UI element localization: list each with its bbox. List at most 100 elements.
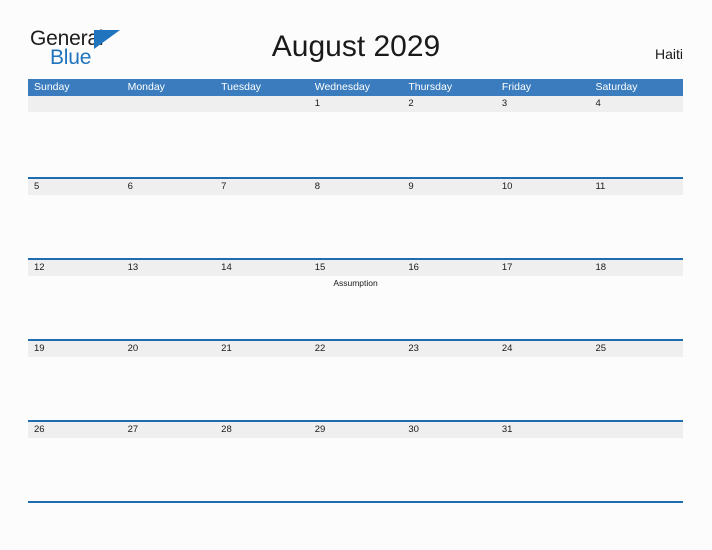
- calendar-week-row: 19 20 21 22 23 24 25: [28, 339, 683, 420]
- day-number-cell-empty: [28, 96, 122, 112]
- day-cell[interactable]: [122, 276, 216, 339]
- weekday-header-monday: Monday: [127, 81, 165, 93]
- day-cell[interactable]: [215, 112, 309, 175]
- day-number-cell[interactable]: 8: [309, 179, 403, 195]
- day-number-cell[interactable]: 2: [402, 96, 496, 112]
- calendar-week-row: 12 13 14 15 16 17 18 Assumption: [28, 258, 683, 339]
- week-date-band: 12 13 14 15 16 17 18: [28, 260, 683, 276]
- day-cell[interactable]: [309, 112, 403, 175]
- calendar-grid: Sunday Monday Tuesday Wednesday Thursday Frid…: [28, 79, 683, 503]
- weekday-header-row: Sunday Monday Tuesday Wednesday Thursday Frid…: [28, 79, 683, 96]
- week-date-band: 19 20 21 22 23 24 25: [28, 341, 683, 357]
- week-content-band: Assumption: [28, 276, 683, 339]
- day-cell[interactable]: [589, 438, 683, 501]
- day-cell[interactable]: [122, 112, 216, 175]
- day-number-cell[interactable]: 15: [309, 260, 403, 276]
- day-cell[interactable]: [402, 357, 496, 420]
- day-cell[interactable]: Assumption: [309, 276, 403, 339]
- day-number-cell[interactable]: 21: [215, 341, 309, 357]
- week-date-band: 26 27 28 29 30 31: [28, 422, 683, 438]
- day-cell[interactable]: [496, 195, 590, 258]
- day-number-cell[interactable]: 23: [402, 341, 496, 357]
- day-cell[interactable]: [28, 276, 122, 339]
- weekday-header-wednesday: Wednesday: [314, 81, 370, 93]
- day-cell[interactable]: [122, 438, 216, 501]
- day-cell[interactable]: [496, 357, 590, 420]
- day-number-cell[interactable]: 31: [496, 422, 590, 438]
- day-number-cell[interactable]: 30: [402, 422, 496, 438]
- day-cell[interactable]: [215, 438, 309, 501]
- day-number-cell[interactable]: 25: [589, 341, 683, 357]
- day-number-cell[interactable]: 1: [309, 96, 403, 112]
- country-label: Haiti: [654, 46, 683, 62]
- day-number-cell[interactable]: 4: [589, 96, 683, 112]
- day-number-cell[interactable]: 14: [215, 260, 309, 276]
- day-number-cell-empty: [215, 96, 309, 112]
- day-number-cell[interactable]: 6: [122, 179, 216, 195]
- week-content-band: [28, 357, 683, 420]
- day-cell[interactable]: [589, 195, 683, 258]
- day-cell[interactable]: [589, 112, 683, 175]
- day-cell[interactable]: [309, 195, 403, 258]
- week-content-band: [28, 112, 683, 175]
- day-cell[interactable]: [122, 195, 216, 258]
- day-number-cell[interactable]: 22: [309, 341, 403, 357]
- calendar-weeks: 1 2 3 4 5 6 7 8 9 10 11 12 13 14 15 16 17 18 Assumption 19 2…: [28, 96, 683, 501]
- calendar-week-row: 26 27 28 29 30 31: [28, 420, 683, 501]
- day-number-cell[interactable]: 29: [309, 422, 403, 438]
- day-number-cell[interactable]: 10: [496, 179, 590, 195]
- day-number-cell[interactable]: 17: [496, 260, 590, 276]
- day-cell[interactable]: [589, 276, 683, 339]
- day-cell[interactable]: [28, 438, 122, 501]
- day-cell[interactable]: [215, 195, 309, 258]
- day-cell[interactable]: [309, 438, 403, 501]
- day-cell[interactable]: [496, 112, 590, 175]
- weekday-header-friday: Friday: [501, 81, 532, 93]
- weekday-header-sunday: Sunday: [34, 81, 70, 93]
- weekday-header-tuesday: Tuesday: [221, 81, 262, 93]
- day-number-cell[interactable]: 20: [122, 341, 216, 357]
- calendar-week-row: 1234: [28, 96, 683, 177]
- weekday-header-thursday: Thursday: [408, 81, 453, 93]
- day-cell[interactable]: [589, 357, 683, 420]
- day-cell[interactable]: [402, 276, 496, 339]
- page-title: August 2029: [271, 30, 441, 63]
- day-cell[interactable]: [496, 438, 590, 501]
- day-cell[interactable]: [402, 195, 496, 258]
- day-number-cell[interactable]: 16: [402, 260, 496, 276]
- day-number-cell[interactable]: 12: [28, 260, 122, 276]
- grid-bottom-rule: [28, 501, 683, 503]
- day-number-cell[interactable]: 11: [589, 179, 683, 195]
- day-cell[interactable]: [122, 357, 216, 420]
- day-number-cell-empty: [122, 96, 216, 112]
- week-content-band: [28, 438, 683, 501]
- week-content-band: [28, 195, 683, 258]
- day-number-cell[interactable]: 7: [215, 179, 309, 195]
- day-cell[interactable]: [215, 276, 309, 339]
- holiday-event: Assumption: [333, 278, 378, 288]
- day-number-cell[interactable]: 13: [122, 260, 216, 276]
- day-cell[interactable]: [402, 438, 496, 501]
- weekday-header-saturday: Saturday: [595, 81, 638, 93]
- day-number-cell[interactable]: 28: [215, 422, 309, 438]
- day-number-cell[interactable]: 5: [28, 179, 122, 195]
- week-date-band: 5 6 7 8 9 10 11: [28, 179, 683, 195]
- calendar-week-row: 5 6 7 8 9 10 11: [28, 177, 683, 258]
- day-cell[interactable]: [496, 276, 590, 339]
- day-cell[interactable]: [28, 112, 122, 175]
- day-number-cell[interactable]: 3: [496, 96, 590, 112]
- day-number-cell[interactable]: 24: [496, 341, 590, 357]
- day-cell[interactable]: [215, 357, 309, 420]
- day-number-cell[interactable]: 27: [122, 422, 216, 438]
- day-number-cell[interactable]: 19: [28, 341, 122, 357]
- day-cell[interactable]: [309, 357, 403, 420]
- day-number-cell[interactable]: 18: [589, 260, 683, 276]
- day-cell[interactable]: [28, 357, 122, 420]
- day-cell[interactable]: [402, 112, 496, 175]
- page-header: General Blue August 2029 Haiti: [0, 0, 712, 76]
- week-date-band: 1234: [28, 96, 683, 112]
- day-number-cell-empty: [589, 422, 683, 438]
- day-number-cell[interactable]: 26: [28, 422, 122, 438]
- day-cell[interactable]: [28, 195, 122, 258]
- day-number-cell[interactable]: 9: [402, 179, 496, 195]
